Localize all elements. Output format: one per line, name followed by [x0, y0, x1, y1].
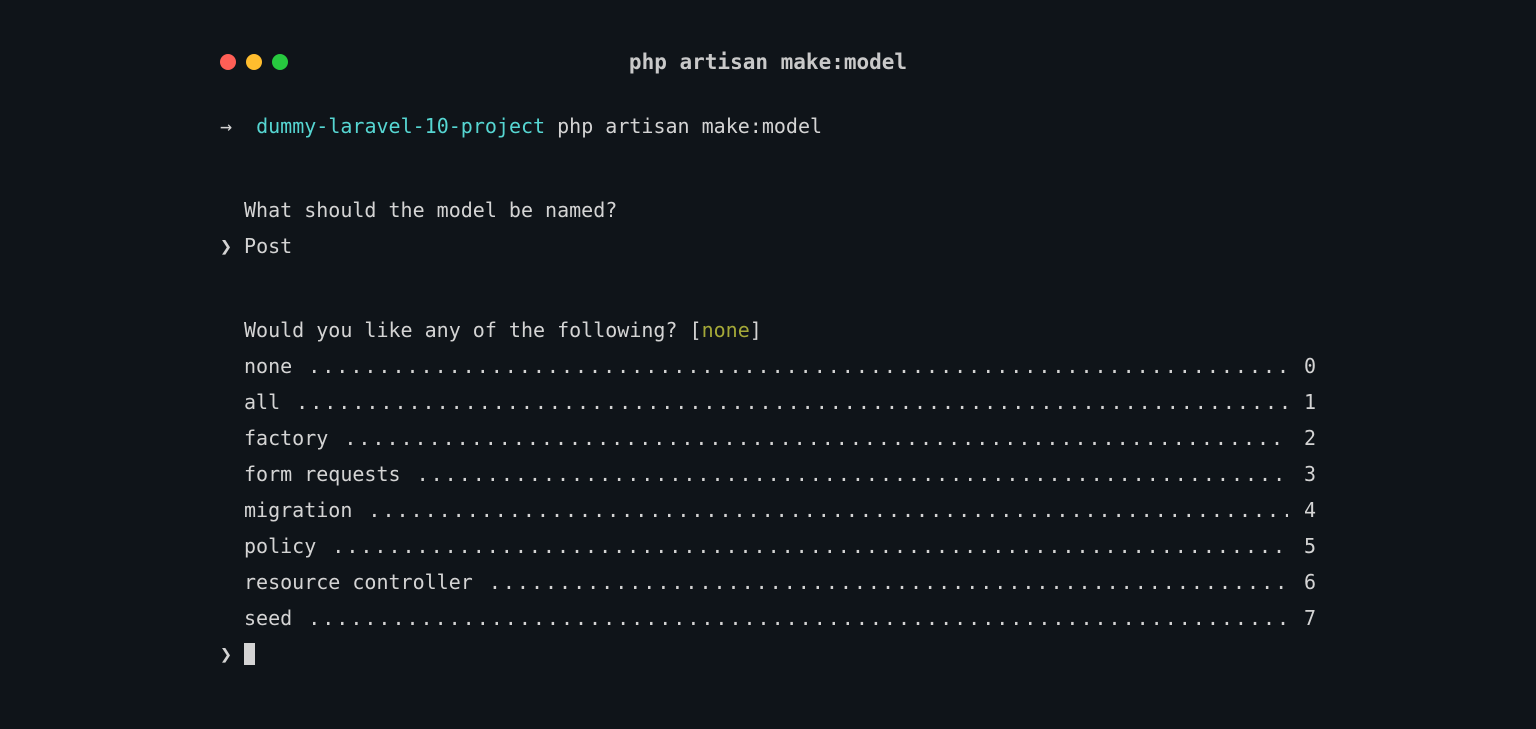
option-form-requests[interactable]: form requests ..........................…	[220, 462, 1316, 486]
choice-question-text: Would you like any of the following? [no…	[220, 318, 1316, 342]
model-name-input[interactable]: Post	[244, 234, 292, 258]
window-title: php artisan make:model	[220, 50, 1316, 74]
project-name: dummy-laravel-10-project	[256, 114, 545, 138]
default-hint: none	[702, 318, 750, 342]
option-label: resource controller	[244, 570, 473, 594]
option-seed[interactable]: seed ...................................…	[220, 606, 1316, 630]
option-label: migration	[244, 498, 352, 522]
option-none[interactable]: none ...................................…	[220, 354, 1316, 378]
option-num: 2	[1304, 426, 1316, 450]
caret-icon: ❯	[220, 642, 232, 666]
traffic-lights	[220, 54, 288, 70]
dots-fill: ........................................…	[308, 354, 1288, 378]
choice-input-line[interactable]: ❯	[220, 642, 1316, 666]
option-num: 0	[1304, 354, 1316, 378]
minimize-icon[interactable]	[246, 54, 262, 70]
terminal-window: php artisan make:model → dummy-laravel-1…	[0, 0, 1536, 666]
option-all[interactable]: all ....................................…	[220, 390, 1316, 414]
maximize-icon[interactable]	[272, 54, 288, 70]
option-label: factory	[244, 426, 328, 450]
dots-fill: ........................................…	[489, 570, 1288, 594]
dots-fill: ........................................…	[332, 534, 1288, 558]
dots-fill: ........................................…	[368, 498, 1287, 522]
bracket-open: [	[690, 318, 702, 342]
dots-fill: ........................................…	[417, 462, 1288, 486]
option-label: all	[244, 390, 280, 414]
dots-fill: ........................................…	[296, 390, 1288, 414]
caret-icon: ❯	[220, 234, 232, 258]
option-factory[interactable]: factory ................................…	[220, 426, 1316, 450]
option-num: 6	[1304, 570, 1316, 594]
option-resource-controller[interactable]: resource controller ....................…	[220, 570, 1316, 594]
option-num: 4	[1304, 498, 1316, 522]
bracket-close: ]	[750, 318, 762, 342]
dots-fill: ........................................…	[308, 606, 1288, 630]
command-line: → dummy-laravel-10-project php artisan m…	[220, 114, 1316, 138]
option-num: 1	[1304, 390, 1316, 414]
option-label: form requests	[244, 462, 401, 486]
option-migration[interactable]: migration ..............................…	[220, 498, 1316, 522]
option-num: 7	[1304, 606, 1316, 630]
answer-line: ❯ Post	[220, 234, 1316, 258]
question-text: What should the model be named?	[220, 198, 1316, 222]
titlebar: php artisan make:model	[220, 50, 1316, 74]
option-num: 3	[1304, 462, 1316, 486]
question-model-name: What should the model be named? ❯ Post	[220, 198, 1316, 258]
option-label: none	[244, 354, 292, 378]
close-icon[interactable]	[220, 54, 236, 70]
choice-question-label: Would you like any of the following?	[244, 318, 677, 342]
dots-fill: ........................................…	[344, 426, 1288, 450]
prompt-arrow-icon: →	[220, 114, 232, 138]
question-options: Would you like any of the following? [no…	[220, 318, 1316, 666]
option-label: policy	[244, 534, 316, 558]
cursor-icon	[244, 643, 255, 665]
option-num: 5	[1304, 534, 1316, 558]
command-text: php artisan make:model	[557, 114, 822, 138]
option-policy[interactable]: policy .................................…	[220, 534, 1316, 558]
command-value: php artisan make:model	[557, 114, 822, 138]
option-label: seed	[244, 606, 292, 630]
